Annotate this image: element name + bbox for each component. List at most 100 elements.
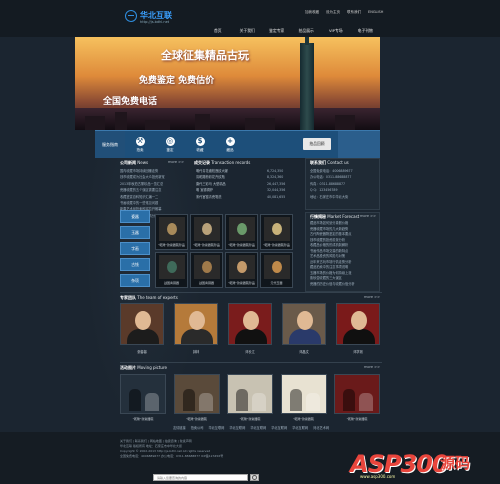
- expert-body: [181, 329, 213, 344]
- contact-title: 联系我们 Contact us: [310, 160, 349, 166]
- goods-item[interactable]: "乾隆"款瓷器碗珍品: [190, 214, 223, 250]
- market-title: 行情揭秘 Market Forecast: [310, 214, 359, 220]
- nav-item[interactable]: 首页: [203, 24, 233, 37]
- expert-card[interactable]: 邓学则: [336, 303, 380, 354]
- service-item[interactable]: + 藏品: [215, 131, 245, 158]
- experts-more-link[interactable]: more >>: [364, 295, 380, 299]
- footer-line: 全国免费电话：4006889677 办公电话：0311-88688877 ICP…: [120, 454, 224, 458]
- contact-title-cn: 联系我们: [310, 160, 326, 165]
- category-button[interactable]: 字画: [120, 242, 150, 255]
- top-link[interactable]: 加我收藏: [305, 10, 319, 15]
- service-item[interactable]: ⚒ 拍卖: [125, 131, 155, 158]
- friend-link[interactable]: 华北互联网: [292, 425, 308, 430]
- divider: [120, 292, 382, 293]
- contact-line: 地址：石家庄市中华北大街: [310, 194, 349, 199]
- category-button[interactable]: 古钱: [120, 258, 150, 271]
- goods-item[interactable]: "乾隆"款瓷器碗珍品: [155, 214, 188, 250]
- friend-link[interactable]: 河北艺术网: [313, 425, 329, 430]
- market-title-en: Market Forecast: [327, 214, 360, 219]
- nav-item[interactable]: VIP专场: [321, 24, 351, 37]
- service-bar: 服务指南 ⚒ 拍卖 ◎ 鉴定 $ 收藏 + 藏品 拍品回顾: [95, 130, 380, 159]
- market-list: 藏品市场如何划分真假价格 瓷器收藏市场的几大新趋势 古代陶瓷器物鉴定的基本要点 钱币收…: [310, 221, 378, 287]
- artifact-shape: [271, 223, 282, 235]
- activity-card[interactable]: "乾隆"款瓷器碗: [173, 374, 220, 421]
- activity-figure: [236, 389, 248, 411]
- activity-figure: [182, 389, 195, 411]
- record-name: 宋代官窑青瓷笔洗: [196, 194, 222, 199]
- activity-figure: [252, 393, 266, 411]
- experts-list: 张馨馨 钟林 邓长江 邓晶文 邓学则: [120, 303, 380, 354]
- nav-item[interactable]: 鉴定专家: [262, 24, 292, 37]
- goods-item[interactable]: "乾隆"款瓷器碗珍品: [225, 252, 258, 288]
- expert-name: 张馨馨: [137, 350, 147, 354]
- banner-subtitle: 免费鉴定 免费估价: [139, 76, 215, 86]
- record-row[interactable]: 宋代官窑青瓷笔洗 40,081,655: [196, 194, 301, 200]
- category-button[interactable]: 杂项: [120, 274, 150, 287]
- market-item[interactable]: 瓷器的历史价值与收藏价值分析: [310, 282, 378, 288]
- service-item[interactable]: ◎ 鉴定: [155, 131, 185, 158]
- expert-card[interactable]: 钟林: [174, 303, 218, 354]
- dollar-icon: $: [195, 136, 205, 146]
- activity-figure: [129, 389, 141, 411]
- news-more-link[interactable]: more >>: [168, 160, 184, 164]
- category-button[interactable]: 瓷器: [120, 210, 150, 223]
- goods-item[interactable]: "乾隆"款瓷器碗珍品: [225, 214, 258, 250]
- expert-card[interactable]: 邓长江: [228, 303, 272, 354]
- expert-name: 邓晶文: [299, 350, 309, 354]
- nav-item[interactable]: 拍品展示: [292, 24, 322, 37]
- search-button[interactable]: [250, 474, 259, 481]
- activity-card[interactable]: "乾隆"款瓷器碗: [120, 374, 166, 421]
- activity-card[interactable]: "乾隆"款瓷器碗: [227, 374, 273, 421]
- experts-title-en: The team of experts: [137, 295, 178, 300]
- activities-more-link[interactable]: more >>: [364, 365, 380, 369]
- contact-title-en: Contact us: [327, 160, 349, 165]
- top-link[interactable]: ENGLISH: [368, 10, 383, 15]
- watermark-cn: 源码: [440, 454, 471, 472]
- friend-link[interactable]: 华北互联网: [208, 425, 224, 430]
- friend-link[interactable]: 华北互联网: [271, 425, 287, 430]
- friend-link[interactable]: 拍卖公司: [191, 425, 204, 430]
- review-button[interactable]: 拍品回顾: [303, 138, 331, 150]
- goods-caption: "乾隆"款瓷器碗珍品: [263, 243, 290, 247]
- top-link[interactable]: 设为主页: [326, 10, 340, 15]
- market-more-link[interactable]: more >>: [360, 214, 376, 218]
- goods-item[interactable]: "乾隆"款瓷器碗珍品: [260, 214, 293, 250]
- records-title-en: Transaction records: [211, 160, 251, 165]
- activity-caption: "乾隆"款瓷器碗: [293, 417, 314, 421]
- activity-photo: [334, 374, 380, 414]
- activity-figure: [289, 389, 302, 411]
- globe-icon: [125, 10, 137, 22]
- expert-photo: [228, 303, 272, 345]
- service-guide-label: 服务指南: [95, 131, 125, 158]
- service-item[interactable]: $ 收藏: [185, 131, 215, 158]
- top-link[interactable]: 联系我们: [347, 10, 361, 15]
- nav-item[interactable]: 电子刊物: [351, 24, 381, 37]
- activity-card[interactable]: "乾隆"款瓷器碗: [280, 374, 327, 421]
- logo-url: http://js.bdhl.net: [140, 20, 170, 24]
- goods-image: [228, 255, 255, 279]
- nav-item[interactable]: 关于我们: [233, 24, 263, 37]
- service-label: 收藏: [196, 147, 204, 152]
- goods-item[interactable]: 战国青铜器: [155, 252, 188, 288]
- experts-title: 专家团队 The team of experts: [120, 295, 178, 301]
- expert-card[interactable]: 邓晶文: [282, 303, 326, 354]
- search-input[interactable]: [153, 474, 248, 481]
- expert-card[interactable]: 张馨馨: [120, 303, 164, 354]
- friend-link[interactable]: 华北互联网: [229, 425, 245, 430]
- activity-figure: [198, 393, 213, 411]
- expert-head: [189, 311, 205, 330]
- category-button[interactable]: 玉器: [120, 226, 150, 239]
- friend-link[interactable]: 华北互联网: [250, 425, 266, 430]
- goods-item[interactable]: 元代玉器: [260, 252, 293, 288]
- activity-card[interactable]: "乾隆"款瓷器碗: [334, 374, 380, 421]
- main-nav: 首页 关于我们 鉴定专家 拍品展示 VIP专场 电子刊物: [203, 24, 380, 37]
- friend-link[interactable]: 友情链接: [173, 425, 186, 430]
- activity-caption: "乾隆"款瓷器碗: [346, 417, 368, 421]
- records-title: 成交记录 Transaction records: [194, 160, 250, 166]
- artifact-shape: [201, 261, 212, 273]
- goods-item[interactable]: 战国青铜器: [190, 252, 223, 288]
- goods-image: [228, 217, 255, 241]
- expert-head: [297, 311, 313, 330]
- goods-caption: 元代玉器: [270, 281, 283, 285]
- goods-image: [263, 217, 290, 241]
